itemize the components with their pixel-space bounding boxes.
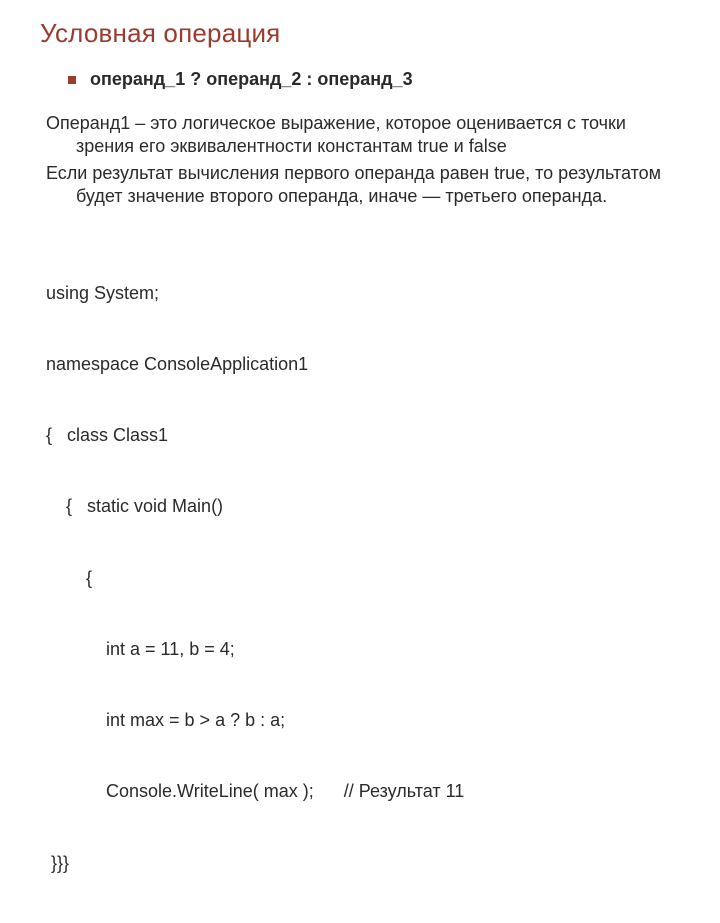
bullet-item: операнд_1 ? операнд_2 : операнд_3 [68, 69, 680, 90]
code-line: { class Class1 [46, 424, 680, 448]
code-line: }}} [46, 852, 680, 876]
bullet-text: операнд_1 ? операнд_2 : операнд_3 [90, 69, 413, 90]
page-title: Условная операция [40, 18, 680, 49]
slide: Условная операция операнд_1 ? операнд_2 … [0, 0, 720, 540]
paragraph-2: Если результат вычисления первого операн… [40, 162, 680, 208]
code-line: int a = 11, b = 4; [46, 638, 680, 662]
code-line: using System; [46, 282, 680, 306]
square-bullet-icon [68, 76, 76, 84]
code-block: using System; namespace ConsoleApplicati… [40, 234, 680, 923]
code-line: Console.WriteLine( max ); // Результат 1… [46, 780, 680, 804]
code-line: namespace ConsoleApplication1 [46, 353, 680, 377]
paragraph-1: Операнд1 – это логическое выражение, кот… [40, 112, 680, 158]
code-line: int max = b > a ? b : a; [46, 709, 680, 733]
spacer [40, 212, 680, 234]
code-line: { [46, 567, 680, 591]
code-line: { static void Main() [46, 495, 680, 519]
